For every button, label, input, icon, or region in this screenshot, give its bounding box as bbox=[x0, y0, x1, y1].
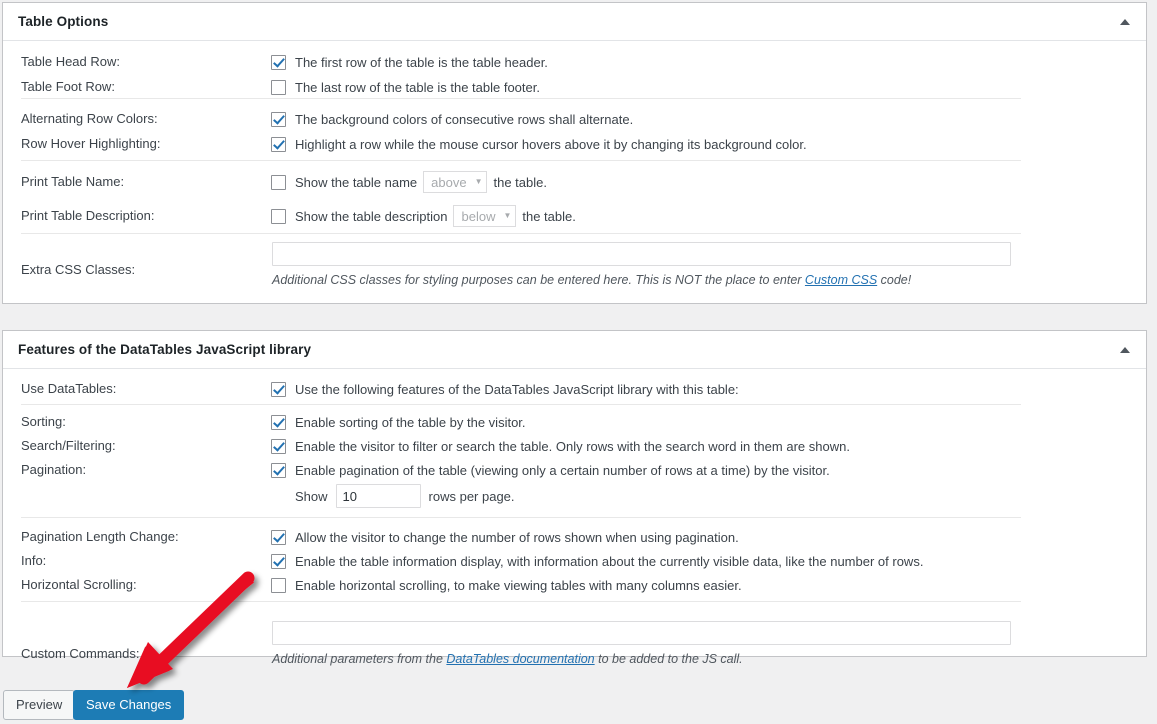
row-label: Print Table Description: bbox=[21, 208, 155, 223]
custom-commands-input[interactable] bbox=[272, 621, 1011, 645]
select-value: above bbox=[431, 174, 467, 190]
panel-datatables-features: Features of the DataTables JavaScript li… bbox=[2, 330, 1147, 666]
row-label: Horizontal Scrolling: bbox=[21, 577, 137, 592]
panel-header-datatables[interactable]: Features of the DataTables JavaScript li… bbox=[3, 331, 1146, 369]
chevron-up-icon[interactable] bbox=[1120, 345, 1132, 355]
checkbox-alternating-row-colors[interactable] bbox=[271, 111, 286, 127]
row-description: Enable pagination of the table (viewing … bbox=[295, 462, 830, 478]
checkbox-print-table-name[interactable] bbox=[271, 174, 286, 190]
save-button[interactable]: Save Changes bbox=[73, 690, 185, 720]
row-label: Info: bbox=[21, 553, 47, 568]
divider bbox=[21, 233, 1021, 234]
divider bbox=[21, 601, 1021, 602]
row-label: Pagination Length Change: bbox=[21, 529, 179, 544]
checkbox-pagination[interactable] bbox=[271, 462, 286, 478]
row-label: Extra CSS Classes: bbox=[21, 262, 136, 277]
select-table-description-position[interactable]: below ▼ bbox=[453, 205, 517, 227]
panel-header-table-options[interactable]: Table Options bbox=[3, 3, 1146, 41]
chevron-up-icon[interactable] bbox=[1120, 17, 1132, 27]
row-alternating-row-colors: Alternating Row Colors: The background c… bbox=[3, 108, 1146, 133]
row-description: The background colors of consecutive row… bbox=[295, 111, 634, 127]
row-description-prefix: Show the table name bbox=[295, 174, 418, 190]
row-rows-per-page: Show rows per page. bbox=[3, 484, 1146, 512]
row-description-prefix: Show the table description bbox=[295, 208, 448, 224]
checkbox-print-table-description[interactable] bbox=[271, 208, 286, 224]
custom-commands-description: Additional parameters from the DataTable… bbox=[272, 652, 743, 666]
row-print-table-name: Print Table Name: Show the table name ab… bbox=[3, 169, 1146, 197]
page-title-table-options: Table Options bbox=[18, 14, 109, 29]
row-description: Allow the visitor to change the number o… bbox=[295, 529, 739, 545]
row-label: Search/Filtering: bbox=[21, 438, 116, 453]
row-description-suffix: the table. bbox=[522, 208, 576, 224]
desc-text-before: Additional CSS classes for styling purpo… bbox=[272, 273, 805, 287]
checkbox-table-head-row[interactable] bbox=[271, 54, 286, 70]
row-label: Table Foot Row: bbox=[21, 79, 115, 94]
checkbox-table-foot-row[interactable] bbox=[271, 79, 286, 95]
row-description: Highlight a row while the mouse cursor h… bbox=[295, 136, 807, 152]
row-print-table-description: Print Table Description: Show the table … bbox=[3, 203, 1146, 231]
row-description: Enable sorting of the table by the visit… bbox=[295, 414, 526, 430]
row-sorting: Sorting: Enable sorting of the table by … bbox=[3, 411, 1146, 436]
extra-css-classes-description: Additional CSS classes for styling purpo… bbox=[272, 273, 911, 287]
checkbox-sorting[interactable] bbox=[271, 414, 286, 430]
rows-per-page-prefix: Show bbox=[295, 488, 328, 504]
preview-button[interactable]: Preview bbox=[3, 690, 76, 720]
row-label: Table Head Row: bbox=[21, 54, 120, 69]
checkbox-search-filtering[interactable] bbox=[271, 438, 286, 454]
row-label: Pagination: bbox=[21, 462, 87, 477]
row-label: Alternating Row Colors: bbox=[21, 111, 158, 126]
row-description: Enable the visitor to filter or search t… bbox=[295, 438, 850, 454]
checkbox-horizontal-scrolling[interactable] bbox=[271, 577, 286, 593]
row-label: Sorting: bbox=[21, 414, 66, 429]
row-row-hover-highlighting: Row Hover Highlighting: Highlight a row … bbox=[3, 133, 1146, 158]
chevron-down-icon: ▼ bbox=[474, 177, 483, 186]
row-description: Use the following features of the DataTa… bbox=[295, 381, 739, 397]
row-table-head-row: Table Head Row: The first row of the tab… bbox=[3, 51, 1146, 76]
desc-text-after: code! bbox=[877, 273, 912, 287]
divider bbox=[21, 98, 1021, 99]
desc-text-before: Additional parameters from the bbox=[272, 652, 447, 666]
row-description: The first row of the table is the table … bbox=[295, 54, 548, 70]
checkbox-pagination-length-change[interactable] bbox=[271, 529, 286, 545]
divider bbox=[21, 404, 1021, 405]
checkbox-info[interactable] bbox=[271, 553, 286, 569]
rows-per-page-input[interactable] bbox=[335, 484, 421, 508]
tablepress-table-options-screen: Table Options Table Head Row: The first … bbox=[0, 0, 1157, 724]
checkbox-use-datatables[interactable] bbox=[271, 381, 286, 397]
desc-text-after: to be added to the JS call. bbox=[594, 652, 743, 666]
row-label: Custom Commands: bbox=[21, 646, 140, 661]
select-value: below bbox=[461, 208, 496, 224]
divider bbox=[21, 160, 1021, 161]
page-title-datatables: Features of the DataTables JavaScript li… bbox=[18, 342, 312, 357]
row-label: Use DataTables: bbox=[21, 381, 117, 396]
extra-css-classes-input[interactable] bbox=[272, 242, 1011, 266]
row-description: Enable horizontal scrolling, to make vie… bbox=[295, 577, 742, 593]
row-description: Enable the table information display, wi… bbox=[295, 553, 924, 569]
row-pagination: Pagination: Enable pagination of the tab… bbox=[3, 459, 1146, 484]
datatables-documentation-link[interactable]: DataTables documentation bbox=[446, 652, 594, 666]
divider bbox=[21, 517, 1021, 518]
custom-css-link[interactable]: Custom CSS bbox=[805, 273, 877, 287]
rows-per-page-suffix: rows per page. bbox=[428, 488, 515, 504]
row-description-suffix: the table. bbox=[493, 174, 547, 190]
row-pagination-length-change: Pagination Length Change: Allow the visi… bbox=[3, 526, 1146, 551]
row-horizontal-scrolling: Horizontal Scrolling: Enable horizontal … bbox=[3, 574, 1146, 599]
row-use-datatables: Use DataTables: Use the following featur… bbox=[3, 378, 1146, 403]
row-label: Row Hover Highlighting: bbox=[21, 136, 161, 151]
row-label: Print Table Name: bbox=[21, 174, 125, 189]
select-table-name-position[interactable]: above ▼ bbox=[423, 171, 488, 193]
row-search-filtering: Search/Filtering: Enable the visitor to … bbox=[3, 435, 1146, 460]
chevron-down-icon: ▼ bbox=[503, 211, 512, 220]
row-info: Info: Enable the table information displ… bbox=[3, 550, 1146, 575]
panel-table-options: Table Options Table Head Row: The first … bbox=[2, 2, 1147, 304]
checkbox-row-hover-highlighting[interactable] bbox=[271, 136, 286, 152]
row-description: The last row of the table is the table f… bbox=[295, 79, 540, 95]
